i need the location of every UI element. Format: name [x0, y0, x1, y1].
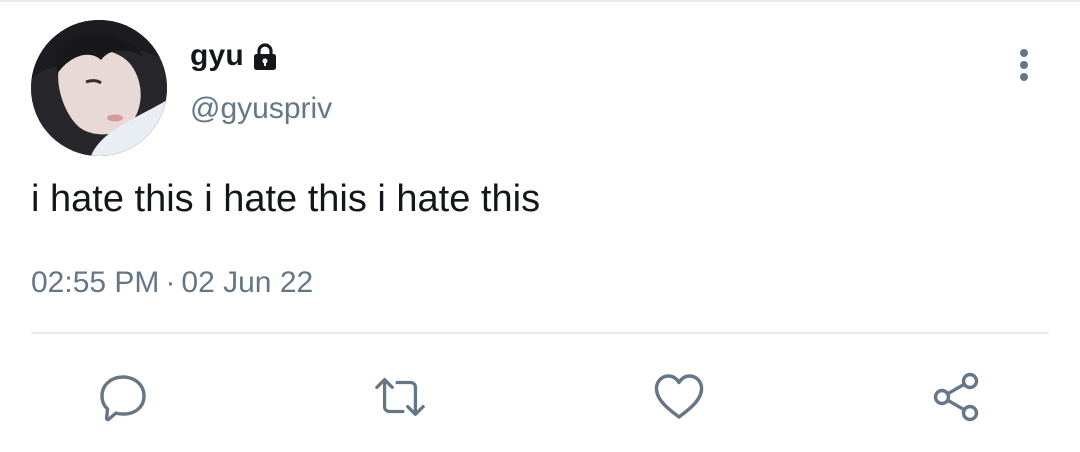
like-button[interactable] [652, 370, 706, 424]
top-divider [0, 0, 1080, 2]
heart-icon [654, 374, 704, 419]
share-button[interactable] [930, 370, 984, 424]
tweet-date: 02 Jun 22 [181, 266, 314, 299]
tweet-text: i hate this i hate this i hate this [31, 178, 541, 220]
tweet-timestamp[interactable]: 02:55 PM · 02 Jun 22 [31, 266, 313, 300]
reply-icon [100, 375, 146, 422]
retweet-button[interactable] [373, 370, 427, 424]
retweet-icon [375, 378, 425, 416]
lock-icon [250, 42, 280, 72]
avatar-image [31, 20, 167, 156]
author-handle[interactable]: @gyuspriv [190, 92, 332, 126]
meta-separator: · [165, 266, 176, 299]
more-vertical-icon [1020, 49, 1028, 81]
actions-divider [31, 332, 1049, 334]
reply-button[interactable] [96, 370, 150, 424]
more-options-button[interactable] [1000, 40, 1048, 90]
display-name[interactable]: gyu [190, 39, 244, 73]
author-name-row: gyu [190, 36, 280, 76]
avatar[interactable] [31, 20, 167, 156]
share-icon [933, 372, 979, 422]
tweet-time: 02:55 PM [31, 266, 160, 299]
